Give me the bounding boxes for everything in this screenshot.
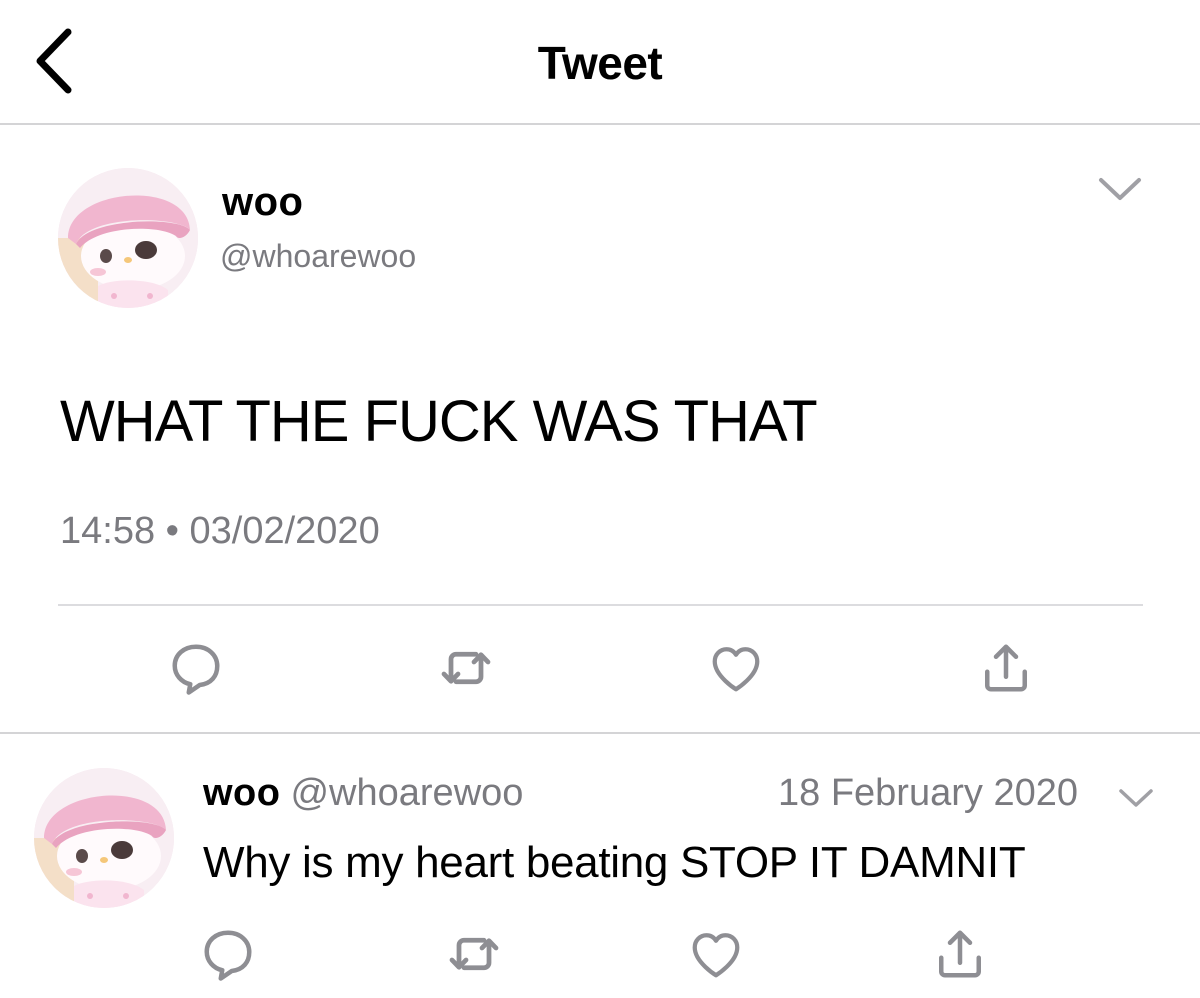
- retweet-icon: [444, 924, 504, 984]
- avatar-image: [34, 768, 174, 908]
- retweet-icon: [436, 638, 496, 698]
- tweet-timestamp: 14:58 • 03/02/2020: [60, 510, 380, 552]
- avatar[interactable]: [58, 168, 198, 308]
- like-button[interactable]: [706, 638, 766, 698]
- reply-share-button[interactable]: [930, 924, 990, 984]
- reply-text: Why is my heart beating STOP IT DAMNIT: [203, 838, 1026, 887]
- reply-options-button[interactable]: [1116, 786, 1156, 810]
- reply-button[interactable]: [166, 638, 226, 698]
- author-handle[interactable]: @whoarewoo: [220, 238, 416, 275]
- divider: [58, 604, 1143, 606]
- reply-icon: [166, 638, 226, 698]
- reply-date: 18 February 2020: [778, 772, 1078, 814]
- chevron-down-icon: [1119, 789, 1153, 807]
- reply-reply-button[interactable]: [198, 924, 258, 984]
- tweet-text: WHAT THE FUCK WAS THAT: [60, 389, 818, 454]
- divider: [0, 732, 1200, 734]
- reply-icon: [198, 924, 258, 984]
- retweet-button[interactable]: [436, 638, 496, 698]
- reply-author[interactable]: woo @whoarewoo: [203, 772, 523, 815]
- author-name[interactable]: woo: [222, 180, 303, 225]
- avatar-image: [58, 168, 198, 308]
- reply-retweet-button[interactable]: [444, 924, 504, 984]
- tweet-options-button[interactable]: [1096, 174, 1144, 204]
- like-icon: [706, 638, 766, 698]
- reply-author-handle: @whoarewoo: [290, 772, 524, 814]
- reply-author-name: woo: [203, 772, 281, 814]
- chevron-down-icon: [1099, 178, 1141, 200]
- app-header: Tweet: [0, 0, 1200, 125]
- reply-like-button[interactable]: [686, 924, 746, 984]
- share-icon: [976, 638, 1036, 698]
- reply-avatar[interactable]: [34, 768, 174, 908]
- share-button[interactable]: [976, 638, 1036, 698]
- share-icon: [930, 924, 990, 984]
- page-title: Tweet: [537, 37, 663, 89]
- like-icon: [686, 924, 746, 984]
